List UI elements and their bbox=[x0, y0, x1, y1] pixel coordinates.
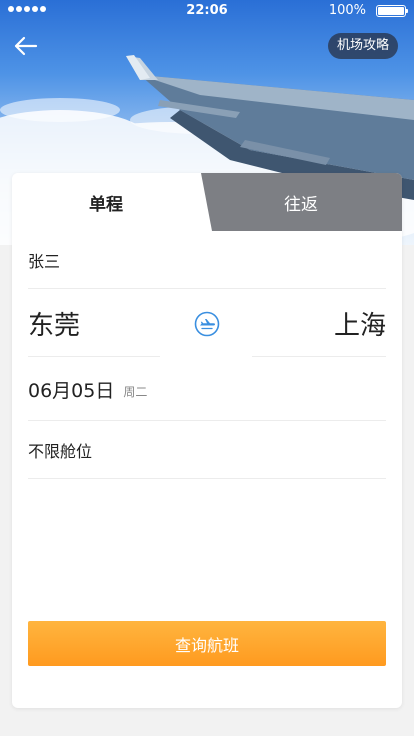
departure-date-field[interactable]: 06月05日 周二 bbox=[28, 359, 386, 421]
departure-city-label: 东莞 bbox=[28, 310, 81, 341]
passenger-field[interactable]: 张三 bbox=[28, 231, 386, 289]
arrival-city-label: 上海 bbox=[333, 310, 386, 341]
tab-one-way[interactable]: 单程 bbox=[12, 173, 212, 231]
battery-percent: 100% bbox=[328, 3, 366, 18]
airport-guide-button[interactable]: 机场攻略 bbox=[327, 33, 398, 59]
arrow-left-icon bbox=[14, 36, 38, 56]
battery-icon bbox=[376, 5, 408, 17]
passenger-name: 张三 bbox=[28, 251, 61, 271]
cabin-class-label: 不限舱位 bbox=[28, 441, 93, 461]
cabin-class-field[interactable]: 不限舱位 bbox=[28, 421, 386, 479]
arrival-city[interactable]: 上海 bbox=[252, 290, 386, 357]
departure-date: 06月05日 bbox=[28, 380, 115, 402]
swap-cities-button[interactable] bbox=[194, 311, 220, 337]
trip-type-tabs: 往返 单程 bbox=[12, 173, 402, 231]
search-flights-button[interactable]: 查询航班 bbox=[28, 621, 386, 666]
route-row: 东莞 上海 bbox=[28, 290, 386, 358]
flight-search-card: 往返 单程 张三 东莞 上海 06月05日 周二 不限舱位 查询航班 bbox=[12, 173, 402, 708]
status-bar: 22:06 100% bbox=[0, 0, 414, 22]
tab-one-way-label: 单程 bbox=[89, 194, 123, 215]
airplane-swap-icon bbox=[194, 311, 220, 337]
departure-city[interactable]: 东莞 bbox=[28, 290, 160, 357]
back-button[interactable] bbox=[12, 34, 40, 58]
departure-weekday: 周二 bbox=[123, 385, 148, 399]
tab-round-trip[interactable]: 往返 bbox=[200, 173, 402, 231]
tab-round-trip-label: 往返 bbox=[284, 194, 318, 215]
